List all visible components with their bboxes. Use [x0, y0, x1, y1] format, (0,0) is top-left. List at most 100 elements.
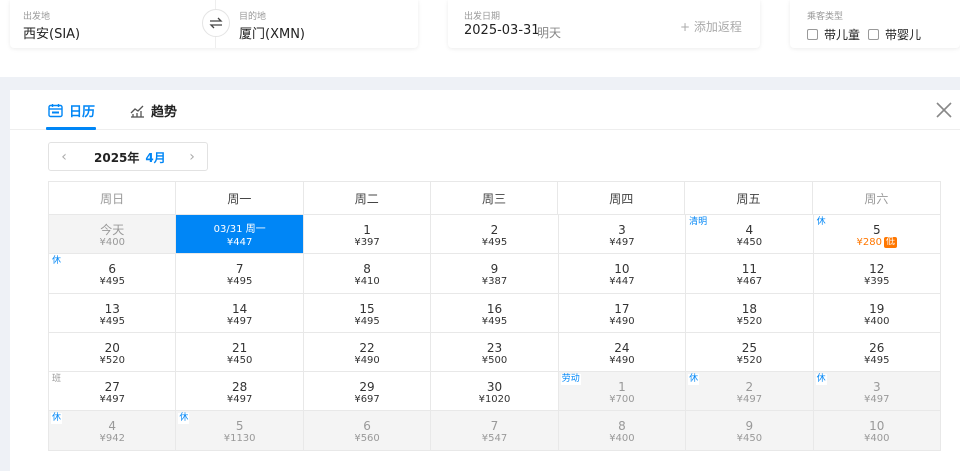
- day-price: ¥520: [49, 355, 175, 367]
- day-number: 9: [745, 419, 754, 434]
- calendar-day-cell[interactable]: 班 27 ¥497: [49, 372, 177, 412]
- day-price: ¥410: [304, 276, 430, 288]
- close-icon[interactable]: [934, 100, 954, 120]
- calendar-day-cell[interactable]: 22 ¥490: [303, 332, 432, 373]
- calendar-day-cell[interactable]: 30 ¥1020: [431, 372, 559, 412]
- calendar-day-cell[interactable]: 16 ¥495: [431, 293, 559, 333]
- day-price: ¥697: [304, 394, 430, 406]
- calendar-day-cell[interactable]: 19 ¥400: [813, 293, 941, 333]
- next-month-button[interactable]: ›: [183, 147, 201, 167]
- swap-arrows-icon: [209, 17, 223, 29]
- selected-date-cell[interactable]: 03/31 周一 ¥447: [176, 215, 304, 255]
- calendar-day-cell[interactable]: 8 ¥410: [303, 254, 432, 294]
- price-value: ¥497: [226, 315, 253, 327]
- price-value: ¥560: [354, 433, 380, 445]
- day-price: ¥942: [49, 433, 175, 445]
- weekday-header: 周日 周一 周二 周三 周四 周五 周六: [48, 181, 941, 214]
- day-price: ¥280 低: [814, 237, 940, 249]
- calendar-day-cell[interactable]: 24 ¥490: [558, 332, 687, 373]
- calendar-day-cell[interactable]: 18 ¥520: [686, 293, 814, 333]
- calendar-day-cell[interactable]: 17 ¥490: [558, 293, 687, 333]
- calendar-day-cell[interactable]: 25 ¥520: [686, 332, 814, 373]
- day-number: 10: [869, 419, 885, 434]
- day-number: 18: [741, 301, 757, 316]
- calendar-day-cell[interactable]: 休 6 ¥495: [49, 254, 177, 294]
- calendar-day-cell[interactable]: 20 ¥520: [49, 332, 177, 373]
- calendar-day-cell[interactable]: 7 ¥495: [176, 254, 304, 294]
- day-price: ¥547: [431, 433, 557, 445]
- passenger-type-selector: 乘客类型 带儿童 带婴儿: [790, 0, 960, 48]
- departure-city-input[interactable]: 西安(SIA): [23, 23, 80, 42]
- calendar-day-cell[interactable]: 15 ¥495: [303, 293, 432, 333]
- swap-cities-button[interactable]: [202, 9, 230, 37]
- day-price: ¥520: [686, 355, 812, 367]
- day-number: 今天: [100, 223, 125, 237]
- calendar-day-cell[interactable]: 29 ¥697: [303, 372, 432, 412]
- calendar-day-cell[interactable]: 清明 4 ¥450: [686, 215, 814, 255]
- calendar-day-cell[interactable]: 9 ¥387: [431, 254, 559, 294]
- day-price: ¥490: [304, 355, 430, 367]
- tab-calendar[interactable]: 日历: [48, 101, 95, 120]
- day-price: ¥497: [49, 394, 175, 406]
- calendar-day-cell[interactable]: 10 ¥447: [558, 254, 687, 294]
- price-value: ¥410: [354, 276, 380, 288]
- calendar-day-cell[interactable]: 10 ¥400: [813, 411, 941, 451]
- price-value: ¥497: [226, 394, 253, 406]
- calendar-day-cell[interactable]: 23 ¥500: [431, 332, 559, 373]
- calendar-day-cell[interactable]: 14 ¥497: [176, 293, 304, 333]
- calendar-day-cell[interactable]: 6 ¥560: [303, 411, 432, 451]
- calendar-day-cell[interactable]: 2 ¥495: [431, 215, 559, 255]
- price-value: ¥500: [481, 354, 508, 366]
- calendar-icon: [48, 104, 63, 118]
- price-value: ¥700: [609, 394, 635, 406]
- day-price: ¥497: [814, 394, 940, 406]
- arrival-city-input[interactable]: 厦门(XMN): [239, 23, 305, 42]
- calendar-day-cell[interactable]: 8 ¥400: [558, 411, 687, 451]
- calendar-day-cell[interactable]: 11 ¥467: [686, 254, 814, 294]
- calendar-day-cell[interactable]: 劳动 1 ¥700: [558, 372, 687, 412]
- calendar-day-cell[interactable]: 13 ¥495: [49, 293, 177, 333]
- with-child-checkbox[interactable]: 带儿童: [807, 26, 860, 43]
- calendar-day-cell[interactable]: 21 ¥450: [176, 332, 304, 373]
- day-number: 4: [108, 419, 117, 434]
- calendar-day-cell[interactable]: 休 5 ¥280 低: [813, 215, 941, 255]
- with-infant-checkbox[interactable]: 带婴儿: [868, 26, 921, 43]
- holiday-tag: 休: [178, 413, 190, 425]
- departure-date-label: 出发日期: [464, 12, 501, 22]
- calendar-day-cell[interactable]: 12 ¥395: [813, 254, 941, 294]
- day-number: 24: [614, 340, 630, 355]
- day-number: 14: [231, 301, 248, 316]
- day-note: 明天: [537, 26, 562, 40]
- day-number: 1: [363, 223, 371, 237]
- add-return-button[interactable]: + 添加返程: [680, 18, 742, 35]
- day-price: ¥397: [304, 237, 430, 249]
- price-value: ¥450: [226, 354, 253, 366]
- price-value: ¥467: [736, 276, 763, 288]
- calendar-day-cell[interactable]: 休 3 ¥497: [813, 372, 941, 412]
- tab-trend[interactable]: 趋势: [130, 101, 177, 120]
- price-value: ¥520: [99, 354, 125, 366]
- holiday-tag: 休: [51, 413, 63, 425]
- calendar-day-cell[interactable]: 7 ¥547: [431, 411, 559, 451]
- calendar-day-cell[interactable]: 26 ¥495: [813, 332, 941, 373]
- day-number: 3: [618, 223, 626, 237]
- day-number: 9: [490, 262, 499, 277]
- calendar-day-cell[interactable]: 休 4 ¥942: [49, 411, 177, 451]
- calendar-day-cell[interactable]: 休 5 ¥1130: [176, 411, 304, 451]
- day-price: ¥1020: [431, 394, 557, 406]
- calendar-day-cell[interactable]: 1 ¥397: [303, 215, 432, 255]
- price-value: ¥400: [864, 315, 890, 327]
- calendar-day-cell[interactable]: 今天 ¥400: [49, 215, 177, 255]
- calendar-day-cell[interactable]: 28 ¥497: [176, 372, 304, 412]
- day-number: 2: [745, 380, 754, 395]
- day-price: ¥495: [431, 237, 557, 249]
- price-value: ¥497: [99, 394, 125, 406]
- calendar-day-cell[interactable]: 3 ¥497: [558, 215, 687, 255]
- day-price: ¥495: [814, 355, 940, 367]
- departure-date-input[interactable]: 2025-03-31: [464, 23, 540, 38]
- prev-month-button[interactable]: ‹: [55, 147, 73, 167]
- day-price: ¥387: [431, 276, 557, 288]
- calendar-day-cell[interactable]: 休 2 ¥497: [686, 372, 814, 412]
- calendar-day-cell[interactable]: 9 ¥450: [686, 411, 814, 451]
- price-value: ¥495: [864, 354, 890, 366]
